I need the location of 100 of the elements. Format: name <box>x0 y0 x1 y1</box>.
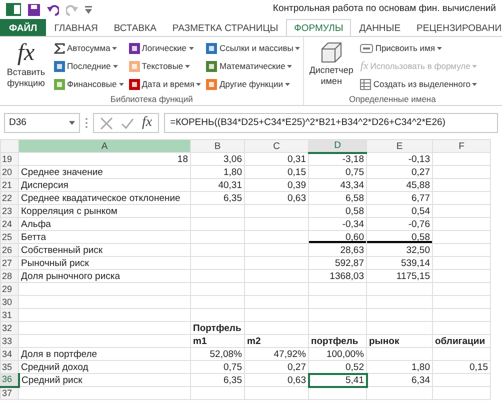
table-cell: 0,63 <box>244 374 308 386</box>
row-header[interactable]: 34 <box>0 348 18 360</box>
table-cell: 28,63 <box>308 244 366 256</box>
column-header[interactable]: B <box>190 140 244 152</box>
table-cell: -0,34 <box>308 218 366 230</box>
row-header[interactable]: 28 <box>0 270 18 282</box>
row-header[interactable]: 35 <box>0 360 18 374</box>
row-header[interactable]: 19 <box>0 152 18 166</box>
ribbon-tab[interactable]: РАЗМЕТКА СТРАНИЦЫ <box>164 19 286 36</box>
dropdown-caret-icon <box>112 64 118 68</box>
row-header[interactable]: 25 <box>0 230 18 244</box>
ribbon-button[interactable]: Диспетчер имен <box>306 39 356 93</box>
row-header[interactable]: 29 <box>0 282 18 296</box>
table-cell: 0,63 <box>244 192 308 204</box>
row-header[interactable]: 26 <box>0 244 18 256</box>
row-header[interactable]: 32 <box>0 322 18 334</box>
row-header[interactable]: 23 <box>0 204 18 218</box>
table-cell: Корреляция с рынком <box>18 204 190 218</box>
ribbon-tab[interactable]: ВСТАВКА <box>106 19 164 36</box>
column-header[interactable]: F <box>432 140 490 152</box>
dropdown-caret-icon <box>112 46 118 50</box>
dropdown-caret-icon <box>287 64 292 68</box>
row-header[interactable]: 33 <box>0 334 18 348</box>
ribbon-button[interactable]: Последние <box>53 60 125 72</box>
ribbon-button[interactable]: Ссылки и массивы <box>205 42 302 54</box>
confirm-icon[interactable] <box>121 116 134 130</box>
formula-field[interactable]: =КОРЕНЬ((B34*D25+C34*E25)^2*B21+B34^2*D26+C34^2*E26) <box>164 113 498 133</box>
ribbon-button[interactable]: Математические <box>205 60 302 72</box>
dropdown-caret-icon <box>295 46 300 50</box>
ribbon-button[interactable]: Создать из выделенного <box>359 78 478 90</box>
grip-icon <box>85 117 88 129</box>
ribbon-tab[interactable]: ГЛАВНАЯ <box>46 19 106 36</box>
table-cell: 0,60 <box>308 230 366 244</box>
ribbon-button[interactable]: Логические <box>128 42 202 54</box>
table-cell: -0,13 <box>366 152 432 166</box>
table-cell: рынок <box>366 334 432 348</box>
row-header[interactable]: 31 <box>0 308 18 322</box>
table-cell: 18 <box>18 152 190 166</box>
ribbon-tab[interactable]: ДАННЫЕ <box>351 19 409 36</box>
cancel-icon[interactable] <box>100 116 113 130</box>
dropdown-caret-icon <box>118 82 124 86</box>
table-cell: 0,27 <box>366 166 432 178</box>
table-cell: m2 <box>244 334 308 348</box>
ribbon-button[interactable]: Другие функции <box>205 78 302 90</box>
table-cell: 5,41 <box>308 374 366 386</box>
ribbon-button[interactable]: Автосумма <box>53 42 125 54</box>
table-cell: 1368,03 <box>308 270 366 282</box>
table-cell: 539,14 <box>366 256 432 270</box>
table-cell: 32,50 <box>366 244 432 256</box>
insert-function-button[interactable]: fx <box>142 116 152 130</box>
table-cell: Среднее значение <box>18 166 190 178</box>
dropdown-caret-icon[interactable] <box>69 121 75 125</box>
row-header[interactable]: 27 <box>0 256 18 270</box>
window-title: Контрольная работа по основам фин. вычислений <box>272 2 496 16</box>
table-cell: 0,15 <box>432 360 490 374</box>
table-cell: 3,06 <box>190 152 244 166</box>
row-header[interactable]: 20 <box>0 166 18 178</box>
ribbon-tab[interactable]: ФАЙЛ <box>0 19 46 36</box>
row-header[interactable]: 21 <box>0 178 18 192</box>
customize-toolbar-icon[interactable] <box>85 5 92 14</box>
row-header[interactable]: 24 <box>0 218 18 230</box>
row-header[interactable]: 36 <box>0 374 18 386</box>
group-label: Библиотека функций <box>109 93 194 105</box>
column-header[interactable]: A <box>18 140 190 152</box>
table-cell: 6,35 <box>190 374 244 386</box>
table-cell: 1175,15 <box>366 270 432 282</box>
group-label: Определенные имена <box>348 93 437 105</box>
ribbon-tab[interactable]: РЕЦЕНЗИРОВАНИ <box>408 19 502 36</box>
table-cell: 6,35 <box>190 192 244 204</box>
table-cell: 0,31 <box>244 152 308 166</box>
dropdown-caret-icon <box>285 82 290 86</box>
table-cell: Средний доход <box>18 360 190 374</box>
dropdown-caret-icon <box>436 46 442 50</box>
save-icon[interactable] <box>28 4 40 16</box>
table-cell: 100,00% <box>308 348 366 360</box>
table-cell: 0,58 <box>366 230 432 244</box>
ribbon-button[interactable]: fx Вставить функцию <box>2 39 50 93</box>
name-box[interactable]: D36 <box>4 113 80 133</box>
row-header[interactable]: 30 <box>0 296 18 308</box>
column-header[interactable]: C <box>244 140 308 152</box>
table-cell: Дисперсия <box>18 178 190 192</box>
spreadsheet-app-icon <box>6 3 21 16</box>
column-header[interactable]: D <box>308 140 366 152</box>
table-cell: 1,80 <box>190 166 244 178</box>
ribbon-button[interactable]: Присвоить имя <box>359 42 478 54</box>
table-cell: 0,54 <box>366 204 432 218</box>
undo-icon[interactable] <box>47 4 59 16</box>
table-cell: 0,58 <box>308 204 366 218</box>
table-cell: Доля в портфеле <box>18 348 190 360</box>
table-cell: 6,34 <box>366 374 432 386</box>
ribbon-button[interactable]: Дата и время <box>128 78 202 90</box>
ribbon-tab[interactable]: ФОРМУЛЫ <box>286 19 352 36</box>
ribbon-button[interactable]: Финансовые <box>53 78 125 90</box>
row-header[interactable]: 22 <box>0 192 18 204</box>
dropdown-caret-icon <box>472 82 478 86</box>
table-cell: 52,08% <box>190 348 244 360</box>
column-header[interactable]: E <box>366 140 432 152</box>
table-cell: 40,31 <box>190 178 244 192</box>
table-cell: Рыночный риск <box>18 256 190 270</box>
ribbon-button[interactable]: Текстовые <box>128 60 202 72</box>
